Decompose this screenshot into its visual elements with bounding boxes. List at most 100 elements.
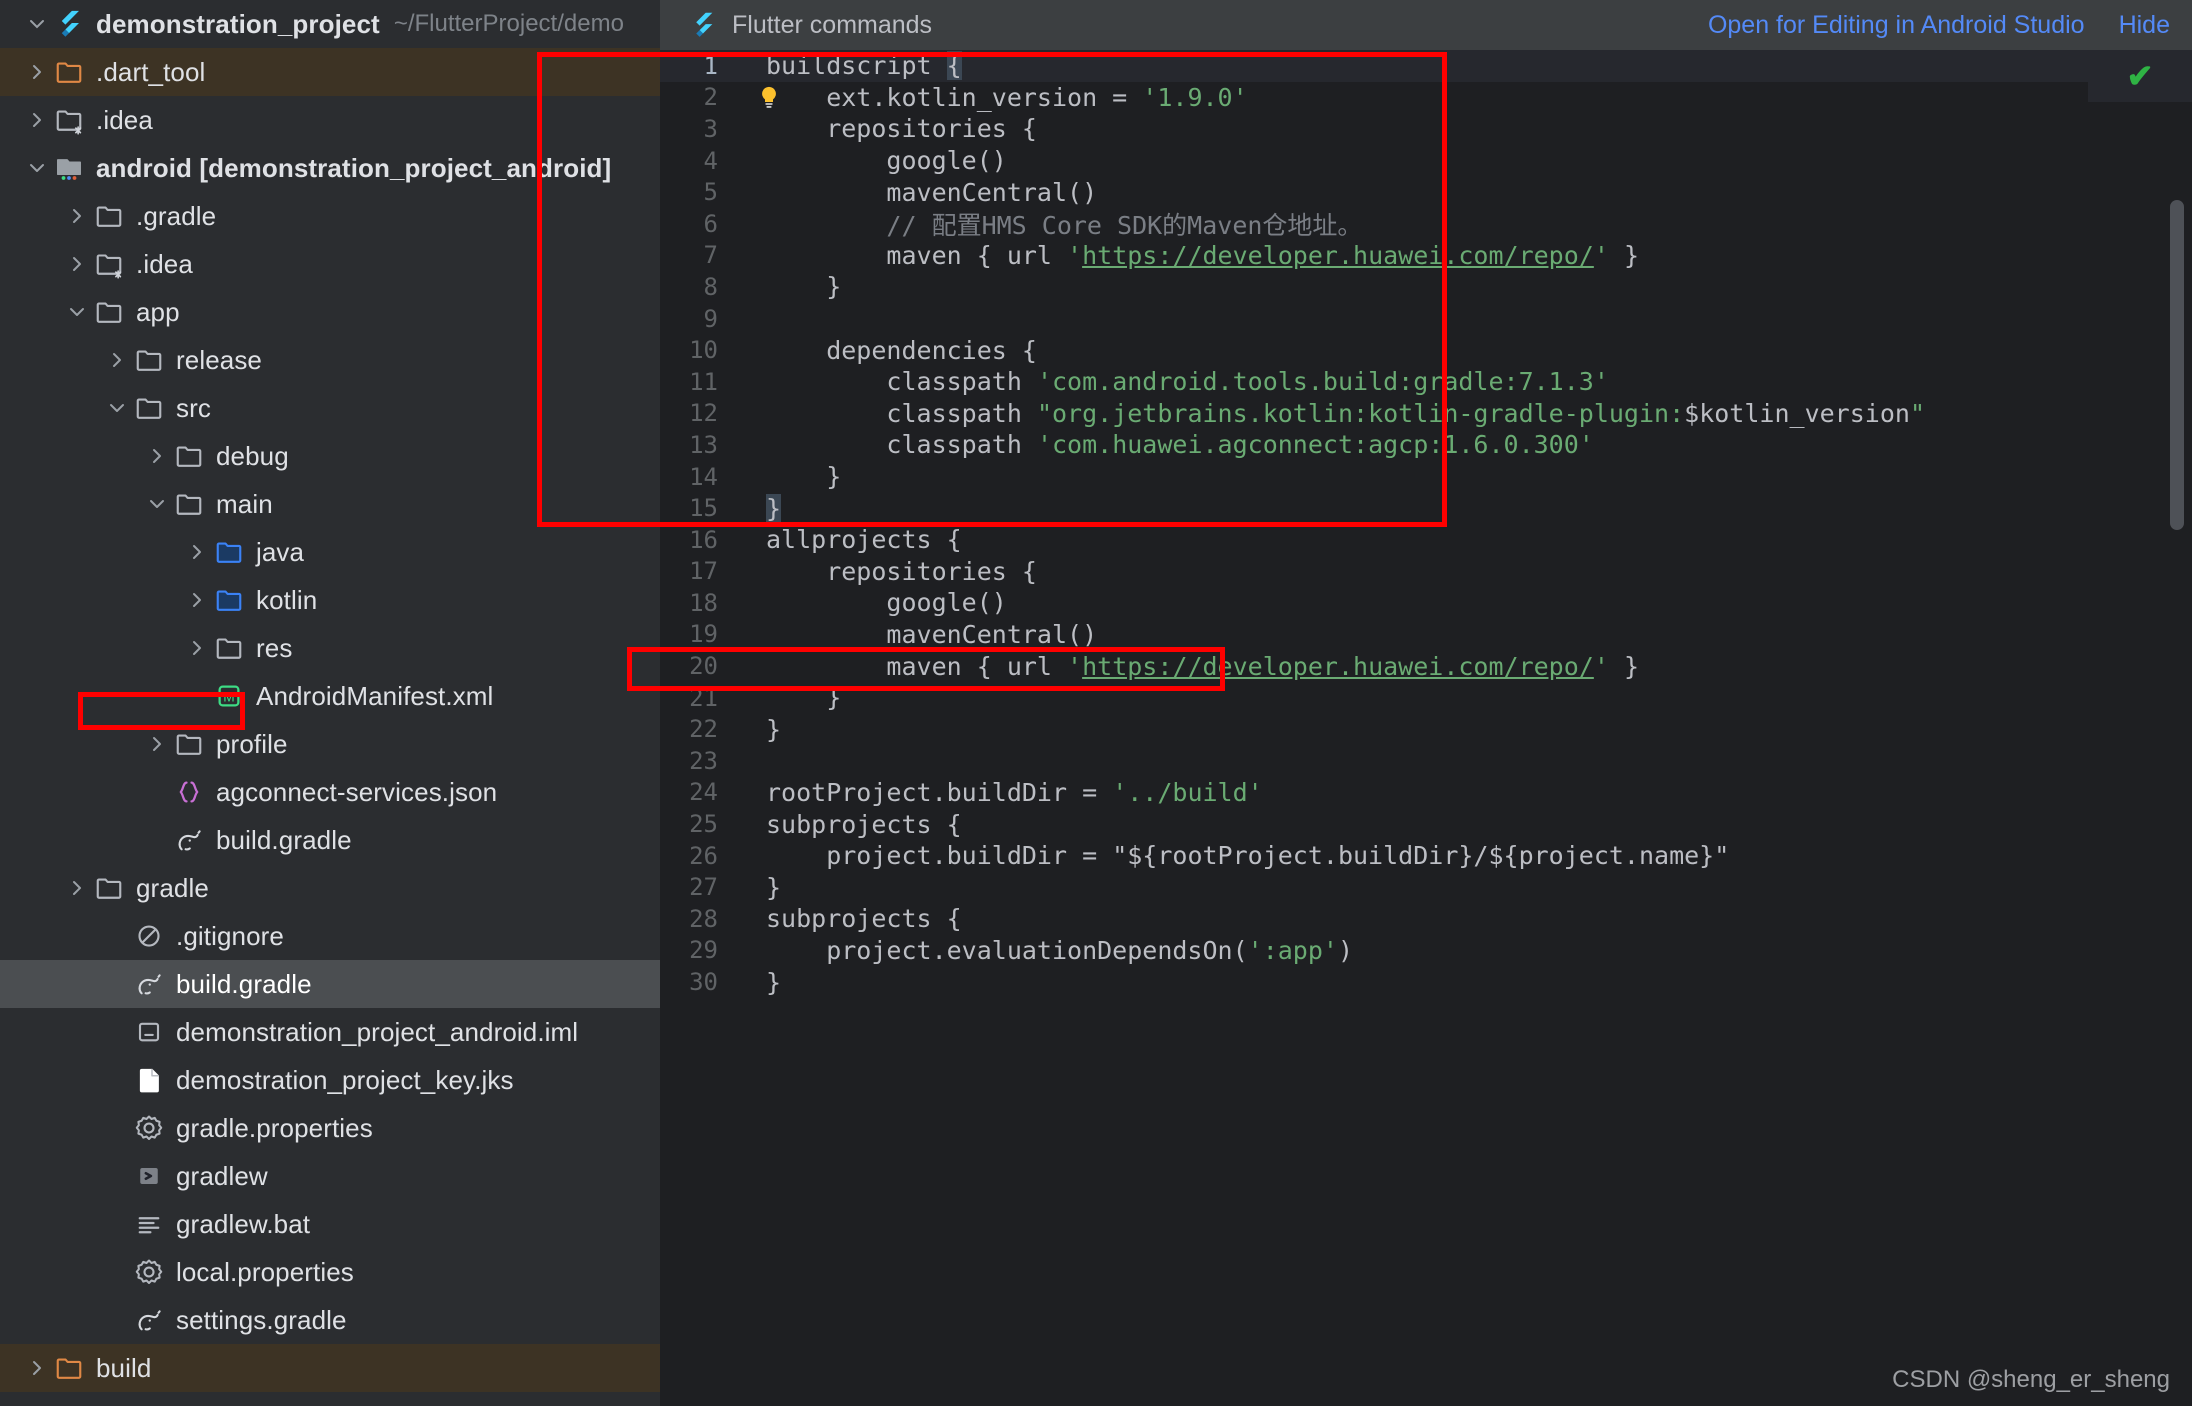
inspection-sidebar[interactable]: ✔ xyxy=(2088,50,2192,1406)
tree-item-profile[interactable]: profile xyxy=(0,720,660,768)
chevron-right-icon[interactable] xyxy=(142,729,172,759)
code-line[interactable]: 20 maven { url 'https://developer.huawei… xyxy=(660,650,2192,682)
tree-item-dart-tool[interactable]: .dart_tool xyxy=(0,48,660,96)
editor-scrollbar-thumb[interactable] xyxy=(2170,200,2184,530)
tree-item-idea[interactable]: .idea xyxy=(0,96,660,144)
code-line[interactable]: 15} xyxy=(660,492,2192,524)
tree-item-build[interactable]: build xyxy=(0,1344,660,1392)
code-line[interactable]: 19 mavenCentral() xyxy=(660,619,2192,651)
chevron-right-icon[interactable] xyxy=(102,345,132,375)
code-line[interactable]: 11 classpath 'com.android.tools.build:gr… xyxy=(660,366,2192,398)
project-tree-panel[interactable]: demonstration_project ~/FlutterProject/d… xyxy=(0,0,660,1406)
code-line[interactable]: 28subprojects { xyxy=(660,903,2192,935)
code-token: ':app' xyxy=(1248,936,1338,965)
chevron-right-icon[interactable] xyxy=(22,105,52,135)
code-line[interactable]: 29 project.evaluationDependsOn(':app') xyxy=(660,935,2192,967)
code-line[interactable]: 14 } xyxy=(660,461,2192,493)
code-line[interactable]: 26 project.buildDir = "${rootProject.bui… xyxy=(660,840,2192,872)
tree-item-app[interactable]: app xyxy=(0,288,660,336)
code-line[interactable]: 8 } xyxy=(660,271,2192,303)
code-line[interactable]: 18 google() xyxy=(660,587,2192,619)
code-line[interactable]: 4 google() xyxy=(660,145,2192,177)
code-line[interactable]: 9 xyxy=(660,303,2192,335)
tree-item-build-gradle[interactable]: build.gradle xyxy=(0,960,660,1008)
tree-item-gradle[interactable]: .gradle xyxy=(0,192,660,240)
tree-item-settings-gradle[interactable]: settings.gradle xyxy=(0,1296,660,1344)
tree-item-java[interactable]: java xyxy=(0,528,660,576)
code-line[interactable]: 1buildscript { xyxy=(660,50,2192,82)
tree-item-local-properties[interactable]: local.properties xyxy=(0,1248,660,1296)
code-line[interactable]: 12 classpath "org.jetbrains.kotlin:kotli… xyxy=(660,398,2192,430)
line-number: 10 xyxy=(660,336,738,364)
tree-item-gradle[interactable]: gradle xyxy=(0,864,660,912)
chevron-right-icon[interactable] xyxy=(142,441,172,471)
tree-item-agconnect-services-json[interactable]: agconnect-services.json xyxy=(0,768,660,816)
code-line[interactable]: 2 ext.kotlin_version = '1.9.0' xyxy=(660,82,2192,114)
code-line[interactable]: 30} xyxy=(660,966,2192,998)
code-line[interactable]: 16allprojects { xyxy=(660,524,2192,556)
code-text: mavenCentral() xyxy=(760,620,2192,649)
project-root-row[interactable]: demonstration_project ~/FlutterProject/d… xyxy=(0,0,660,48)
chevron-down-icon[interactable] xyxy=(62,297,92,327)
tree-item-android-demonstration-project-android[interactable]: android [demonstration_project_android] xyxy=(0,144,660,192)
chevron-down-icon[interactable] xyxy=(22,153,52,183)
code-line[interactable]: 13 classpath 'com.huawei.agconnect:agcp:… xyxy=(660,429,2192,461)
intention-bulb-icon[interactable] xyxy=(756,84,782,110)
code-line[interactable]: 22} xyxy=(660,713,2192,745)
chevron-right-icon[interactable] xyxy=(62,249,92,279)
tree-item-demostration-project-key-jks[interactable]: demostration_project_key.jks xyxy=(0,1056,660,1104)
tree-item-release[interactable]: release xyxy=(0,336,660,384)
code-line[interactable]: 27} xyxy=(660,871,2192,903)
tree-item-build-gradle[interactable]: build.gradle xyxy=(0,816,660,864)
tree-item-src[interactable]: src xyxy=(0,384,660,432)
code-line[interactable]: 7 maven { url 'https://developer.huawei.… xyxy=(660,240,2192,272)
tree-item-debug[interactable]: debug xyxy=(0,432,660,480)
chevron-right-icon[interactable] xyxy=(182,633,212,663)
toolbar-title: Flutter commands xyxy=(732,11,932,40)
chevron-down-icon[interactable] xyxy=(102,393,132,423)
tree-item-gradlew-bat[interactable]: gradlew.bat xyxy=(0,1200,660,1248)
code-line[interactable]: 3 repositories { xyxy=(660,113,2192,145)
line-number: 20 xyxy=(660,652,738,680)
code-line[interactable]: 6 // 配置HMS Core SDK的Maven仓地址。 xyxy=(660,208,2192,240)
code-text: classpath "org.jetbrains.kotlin:kotlin-g… xyxy=(760,399,2192,428)
code-line[interactable]: 24rootProject.buildDir = '../build' xyxy=(660,777,2192,809)
code-line[interactable]: 25subprojects { xyxy=(660,808,2192,840)
line-number: 9 xyxy=(660,305,738,333)
code-line[interactable]: 5 mavenCentral() xyxy=(660,176,2192,208)
code-line[interactable]: 10 dependencies { xyxy=(660,334,2192,366)
code-text: allprojects { xyxy=(760,525,2192,554)
chevron-down-icon[interactable] xyxy=(142,489,172,519)
code-line[interactable]: 23 xyxy=(660,745,2192,777)
code-line[interactable]: 17 repositories { xyxy=(660,556,2192,588)
chevron-right-icon[interactable] xyxy=(182,585,212,615)
tree-item-androidmanifest-xml[interactable]: MAndroidManifest.xml xyxy=(0,672,660,720)
tree-item-gradle-properties[interactable]: gradle.properties xyxy=(0,1104,660,1152)
hide-link[interactable]: Hide xyxy=(2119,11,2170,40)
folder-icon xyxy=(212,631,246,665)
chevron-right-icon[interactable] xyxy=(22,1353,52,1383)
tree-item-demonstration-project-android-iml[interactable]: demonstration_project_android.iml xyxy=(0,1008,660,1056)
tree-item-res[interactable]: res xyxy=(0,624,660,672)
code-text: ext.kotlin_version = '1.9.0' xyxy=(760,83,2192,112)
code-url-link[interactable]: https://developer.huawei.com/repo/ xyxy=(1082,241,1594,270)
code-line[interactable]: 21 } xyxy=(660,682,2192,714)
code-editor[interactable]: 1buildscript {2 ext.kotlin_version = '1.… xyxy=(660,50,2192,1406)
chevron-right-icon[interactable] xyxy=(62,873,92,903)
chevron-right-icon[interactable] xyxy=(182,537,212,567)
inspection-status[interactable]: ✔ xyxy=(2088,50,2192,102)
code-url-link[interactable]: https://developer.huawei.com/repo/ xyxy=(1082,652,1594,681)
chevron-down-icon[interactable] xyxy=(22,9,52,39)
tree-item-main[interactable]: main xyxy=(0,480,660,528)
tree-item-idea[interactable]: .idea xyxy=(0,240,660,288)
line-number: 7 xyxy=(660,241,738,269)
open-in-android-studio-link[interactable]: Open for Editing in Android Studio xyxy=(1708,11,2085,40)
tree-item-gitignore[interactable]: .gitignore xyxy=(0,912,660,960)
tree-item-kotlin[interactable]: kotlin xyxy=(0,576,660,624)
tree-item-gradlew[interactable]: gradlew xyxy=(0,1152,660,1200)
tree-item-label: java xyxy=(256,537,304,568)
line-number: 29 xyxy=(660,936,738,964)
chevron-right-icon[interactable] xyxy=(22,57,52,87)
line-number: 24 xyxy=(660,778,738,806)
chevron-right-icon[interactable] xyxy=(62,201,92,231)
